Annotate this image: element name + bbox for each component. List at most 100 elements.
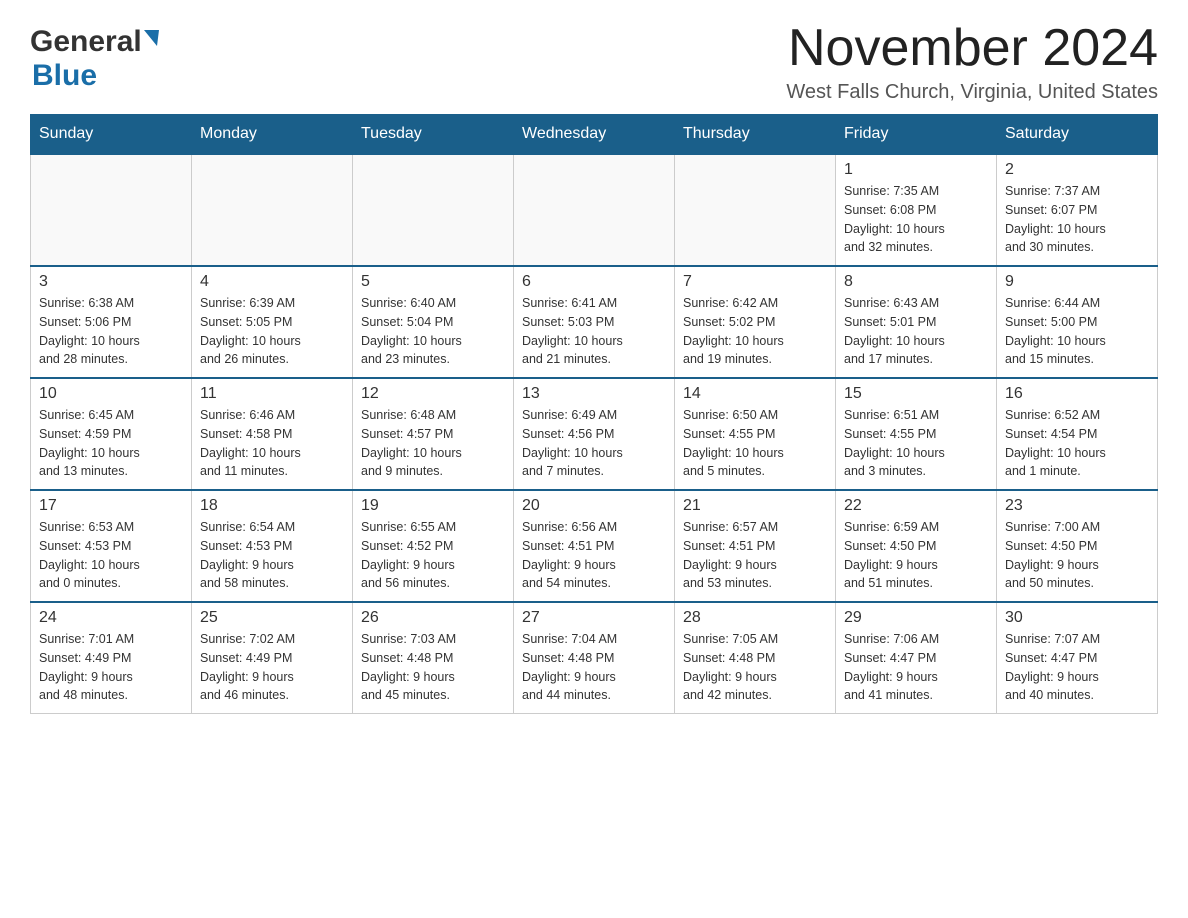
location-text: West Falls Church, Virginia, United Stat… — [786, 81, 1158, 104]
calendar-day: 7 Sunrise: 6:42 AMSunset: 5:02 PMDaylight… — [675, 266, 836, 378]
calendar-day: 20 Sunrise: 6:56 AMSunset: 4:51 PMDayligh… — [514, 490, 675, 602]
day-number: 14 — [683, 385, 827, 403]
weekday-header-monday: Monday — [192, 115, 353, 155]
calendar-day: 13 Sunrise: 6:49 AMSunset: 4:56 PMDayligh… — [514, 378, 675, 490]
weekday-header-saturday: Saturday — [997, 115, 1158, 155]
day-number: 15 — [844, 385, 988, 403]
day-info: Sunrise: 6:42 AMSunset: 5:02 PMDaylight:… — [683, 294, 827, 369]
weekday-header-wednesday: Wednesday — [514, 115, 675, 155]
weekday-header-sunday: Sunday — [31, 115, 192, 155]
calendar-day: 27 Sunrise: 7:04 AMSunset: 4:48 PMDayligh… — [514, 602, 675, 714]
day-info: Sunrise: 6:55 AMSunset: 4:52 PMDaylight:… — [361, 518, 505, 593]
day-info: Sunrise: 6:45 AMSunset: 4:59 PMDaylight:… — [39, 406, 183, 481]
day-info: Sunrise: 6:44 AMSunset: 5:00 PMDaylight:… — [1005, 294, 1149, 369]
calendar-day: 25Sunrise: 7:02 AMSunset: 4:49 PMDayligh… — [192, 602, 353, 714]
calendar-day: 19 Sunrise: 6:55 AMSunset: 4:52 PMDayligh… — [353, 490, 514, 602]
day-number: 7 — [683, 273, 827, 291]
calendar-day: 24 Sunrise: 7:01 AMSunset: 4:49 PMDayligh… — [31, 602, 192, 714]
weekday-header-friday: Friday — [836, 115, 997, 155]
calendar-day: 14 Sunrise: 6:50 AMSunset: 4:55 PMDayligh… — [675, 378, 836, 490]
calendar-day: 1 Sunrise: 7:35 AMSunset: 6:08 PMDaylight… — [836, 154, 997, 266]
day-info: Sunrise: 6:54 AMSunset: 4:53 PMDaylight:… — [200, 518, 344, 593]
day-number: 21 — [683, 497, 827, 515]
day-number: 18 — [200, 497, 344, 515]
logo-arrow-icon — [144, 30, 159, 46]
day-number: 19 — [361, 497, 505, 515]
day-info: Sunrise: 6:51 AMSunset: 4:55 PMDaylight:… — [844, 406, 988, 481]
calendar-day: 8Sunrise: 6:43 AMSunset: 5:01 PMDaylight… — [836, 266, 997, 378]
day-info: Sunrise: 6:49 AMSunset: 4:56 PMDaylight:… — [522, 406, 666, 481]
calendar-week-1: 1 Sunrise: 7:35 AMSunset: 6:08 PMDaylight… — [31, 154, 1158, 266]
day-number: 6 — [522, 273, 666, 291]
day-number: 13 — [522, 385, 666, 403]
calendar-week-4: 17 Sunrise: 6:53 AMSunset: 4:53 PMDayligh… — [31, 490, 1158, 602]
day-info: Sunrise: 7:06 AMSunset: 4:47 PMDaylight:… — [844, 630, 988, 705]
calendar-day: 29 Sunrise: 7:06 AMSunset: 4:47 PMDayligh… — [836, 602, 997, 714]
day-info: Sunrise: 6:48 AMSunset: 4:57 PMDaylight:… — [361, 406, 505, 481]
day-info: Sunrise: 6:38 AMSunset: 5:06 PMDaylight:… — [39, 294, 183, 369]
day-info: Sunrise: 6:53 AMSunset: 4:53 PMDaylight:… — [39, 518, 183, 593]
calendar-day: 15 Sunrise: 6:51 AMSunset: 4:55 PMDayligh… — [836, 378, 997, 490]
day-info: Sunrise: 7:02 AMSunset: 4:49 PMDaylight:… — [200, 630, 344, 705]
day-number: 8 — [844, 273, 988, 291]
calendar-week-2: 3Sunrise: 6:38 AMSunset: 5:06 PMDaylight… — [31, 266, 1158, 378]
day-info: Sunrise: 6:39 AMSunset: 5:05 PMDaylight:… — [200, 294, 344, 369]
calendar-day: 16 Sunrise: 6:52 AMSunset: 4:54 PMDayligh… — [997, 378, 1158, 490]
day-info: Sunrise: 7:01 AMSunset: 4:49 PMDaylight:… — [39, 630, 183, 705]
logo: General Blue — [30, 20, 159, 93]
day-info: Sunrise: 6:52 AMSunset: 4:54 PMDaylight:… — [1005, 406, 1149, 481]
calendar-day — [514, 154, 675, 266]
day-info: Sunrise: 6:56 AMSunset: 4:51 PMDaylight:… — [522, 518, 666, 593]
calendar-table: SundayMondayTuesdayWednesdayThursdayFrid… — [30, 114, 1158, 714]
day-number: 10 — [39, 385, 183, 403]
day-info: Sunrise: 6:50 AMSunset: 4:55 PMDaylight:… — [683, 406, 827, 481]
day-number: 30 — [1005, 609, 1149, 627]
logo-blue-text: Blue — [32, 59, 97, 93]
calendar-day: 28Sunrise: 7:05 AMSunset: 4:48 PMDayligh… — [675, 602, 836, 714]
day-number: 24 — [39, 609, 183, 627]
calendar-day: 18 Sunrise: 6:54 AMSunset: 4:53 PMDayligh… — [192, 490, 353, 602]
calendar-day: 4 Sunrise: 6:39 AMSunset: 5:05 PMDaylight… — [192, 266, 353, 378]
calendar-day: 22Sunrise: 6:59 AMSunset: 4:50 PMDayligh… — [836, 490, 997, 602]
calendar-day: 3Sunrise: 6:38 AMSunset: 5:06 PMDaylight… — [31, 266, 192, 378]
month-title: November 2024 — [786, 20, 1158, 77]
calendar-week-3: 10 Sunrise: 6:45 AMSunset: 4:59 PMDayligh… — [31, 378, 1158, 490]
calendar-day — [353, 154, 514, 266]
weekday-header-thursday: Thursday — [675, 115, 836, 155]
day-info: Sunrise: 7:37 AMSunset: 6:07 PMDaylight:… — [1005, 182, 1149, 257]
calendar-day: 5 Sunrise: 6:40 AMSunset: 5:04 PMDaylight… — [353, 266, 514, 378]
title-area: November 2024 West Falls Church, Virgini… — [786, 20, 1158, 104]
calendar-day — [192, 154, 353, 266]
day-info: Sunrise: 6:57 AMSunset: 4:51 PMDaylight:… — [683, 518, 827, 593]
day-number: 4 — [200, 273, 344, 291]
day-info: Sunrise: 7:03 AMSunset: 4:48 PMDaylight:… — [361, 630, 505, 705]
day-number: 17 — [39, 497, 183, 515]
day-number: 26 — [361, 609, 505, 627]
day-info: Sunrise: 6:40 AMSunset: 5:04 PMDaylight:… — [361, 294, 505, 369]
day-info: Sunrise: 6:59 AMSunset: 4:50 PMDaylight:… — [844, 518, 988, 593]
calendar-day: 23Sunrise: 7:00 AMSunset: 4:50 PMDayligh… — [997, 490, 1158, 602]
calendar-day: 30Sunrise: 7:07 AMSunset: 4:47 PMDayligh… — [997, 602, 1158, 714]
day-number: 20 — [522, 497, 666, 515]
weekday-header-tuesday: Tuesday — [353, 115, 514, 155]
weekday-header-row: SundayMondayTuesdayWednesdayThursdayFrid… — [31, 115, 1158, 155]
calendar-day: 9Sunrise: 6:44 AMSunset: 5:00 PMDaylight… — [997, 266, 1158, 378]
calendar-week-5: 24 Sunrise: 7:01 AMSunset: 4:49 PMDayligh… — [31, 602, 1158, 714]
day-number: 16 — [1005, 385, 1149, 403]
calendar-day: 11Sunrise: 6:46 AMSunset: 4:58 PMDayligh… — [192, 378, 353, 490]
day-number: 1 — [844, 161, 988, 179]
calendar-day: 2 Sunrise: 7:37 AMSunset: 6:07 PMDaylight… — [997, 154, 1158, 266]
day-number: 28 — [683, 609, 827, 627]
logo-general-text: General — [30, 25, 142, 59]
day-number: 29 — [844, 609, 988, 627]
day-number: 23 — [1005, 497, 1149, 515]
day-number: 27 — [522, 609, 666, 627]
calendar-day — [31, 154, 192, 266]
calendar-day: 21 Sunrise: 6:57 AMSunset: 4:51 PMDayligh… — [675, 490, 836, 602]
day-number: 5 — [361, 273, 505, 291]
day-info: Sunrise: 7:35 AMSunset: 6:08 PMDaylight:… — [844, 182, 988, 257]
day-info: Sunrise: 6:41 AMSunset: 5:03 PMDaylight:… — [522, 294, 666, 369]
day-info: Sunrise: 7:04 AMSunset: 4:48 PMDaylight:… — [522, 630, 666, 705]
day-number: 2 — [1005, 161, 1149, 179]
calendar-day: 6 Sunrise: 6:41 AMSunset: 5:03 PMDaylight… — [514, 266, 675, 378]
